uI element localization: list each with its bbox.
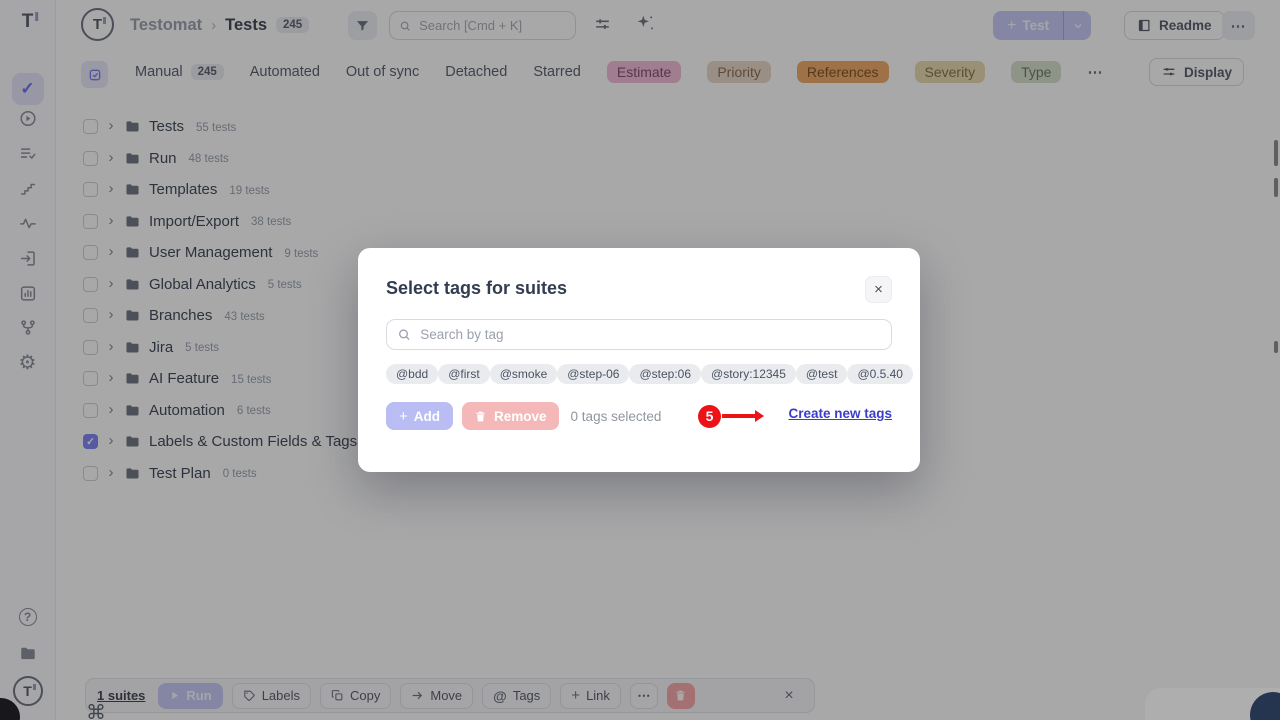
- app-screen: T ✓⚙?T T Testomat › Tests 245: [0, 0, 1280, 720]
- tag-pill[interactable]: @test: [796, 364, 848, 384]
- tag-pill[interactable]: @story:12345: [701, 364, 796, 384]
- modal-close-button[interactable]: ×: [865, 276, 892, 303]
- search-icon: [397, 327, 411, 342]
- annotation-arrow: [722, 414, 755, 418]
- select-tags-modal: Select tags for suites × @bdd@first@smok…: [358, 248, 920, 472]
- tag-pill[interactable]: @step-06: [557, 364, 629, 384]
- close-icon: ×: [874, 281, 883, 298]
- step-number-badge: 5: [698, 405, 721, 428]
- tag-pill[interactable]: @step:06: [629, 364, 701, 384]
- tag-search[interactable]: [386, 319, 892, 350]
- trash-icon: [474, 410, 487, 423]
- remove-tags-button[interactable]: Remove: [462, 402, 559, 430]
- tag-pill[interactable]: @smoke: [490, 364, 558, 384]
- tag-list: @bdd@first@smoke@step-06@step:06@story:1…: [386, 364, 892, 384]
- selected-count-text: 0 tags selected: [571, 409, 662, 424]
- add-tags-button[interactable]: + Add: [386, 402, 453, 430]
- plus-icon: +: [399, 408, 408, 425]
- tag-search-input[interactable]: [418, 326, 881, 343]
- tag-pill[interactable]: @0.5.40: [847, 364, 913, 384]
- tag-pill[interactable]: @first: [438, 364, 490, 384]
- tag-pill[interactable]: @bdd: [386, 364, 438, 384]
- step-annotation: 5: [698, 402, 764, 430]
- create-new-tags-link[interactable]: Create new tags: [788, 406, 892, 421]
- annotation-arrowhead: [755, 410, 764, 422]
- modal-title: Select tags for suites: [386, 278, 567, 299]
